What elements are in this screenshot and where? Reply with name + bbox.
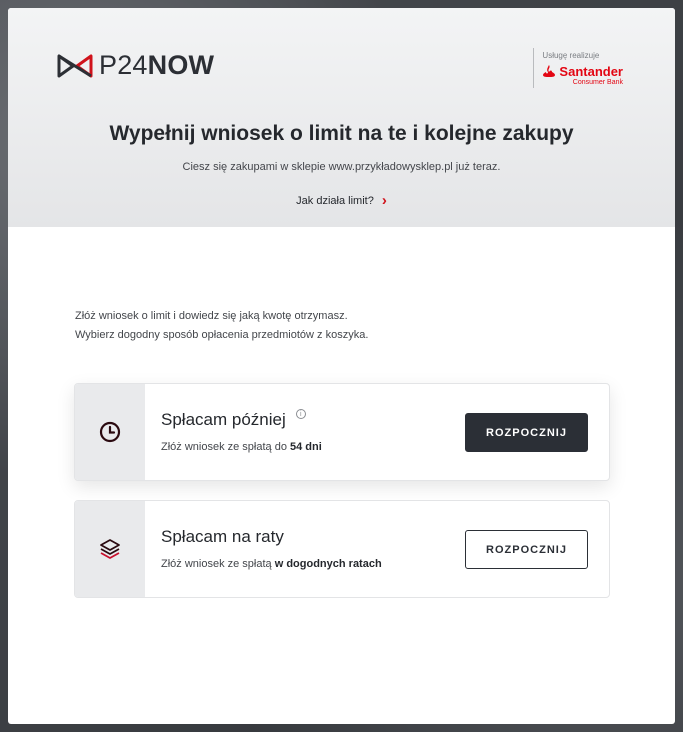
option-desc-bold: w dogodnych ratach (274, 558, 382, 570)
card-icon-area (75, 501, 145, 597)
card-title: Spłacam później i (161, 409, 306, 430)
logo-suffix: NOW (147, 50, 215, 80)
partner-sub: Consumer Bank (572, 79, 623, 86)
page-subtitle: Ciesz się zakupami w sklepie www.przykła… (182, 161, 501, 173)
santander-flame-icon (543, 65, 556, 77)
intro-text: Złóż wniosek o limit i dowiedz się jaką … (75, 307, 368, 345)
info-icon[interactable]: i (295, 409, 306, 419)
santander-logo: Santander (542, 64, 623, 78)
partner-badge: Usługę realizuje Santander Consumer Bank (533, 48, 623, 88)
modal-header: P24NOW Usługę realizuje Santander Consum… (8, 8, 675, 227)
card-icon-area (75, 384, 145, 480)
card-body: Spłacam na raty Złóż wniosek ze spłatą w… (145, 501, 609, 597)
option-desc-bold: 54 dni (290, 441, 322, 453)
intro-line-2: Wybierz dogodny sposób opłacenia przedmi… (75, 329, 369, 341)
logo-wordmark: P24NOW (99, 52, 214, 79)
option-desc-prefix: Złóż wniosek ze spłatą do (161, 441, 291, 453)
card-body: Spłacam później i Złóż wniosek ze spłatą… (145, 384, 609, 480)
intro-line-1: Złóż wniosek o limit i dowiedz się jaką … (75, 310, 348, 322)
option-card-pay-later[interactable]: Spłacam później i Złóż wniosek ze spłatą… (74, 383, 610, 481)
card-title: Spłacam na raty (161, 527, 284, 547)
layers-icon (100, 539, 120, 559)
option-desc-prefix: Złóż wniosek ze spłatą (161, 558, 275, 570)
option-description: Złóż wniosek ze spłatą w dogodnych ratac… (161, 558, 382, 570)
option-title: Spłacam na raty (161, 527, 284, 546)
start-installments-button[interactable]: ROZPOCZNIJ (465, 530, 588, 569)
p24now-logo: P24NOW (57, 52, 214, 79)
option-card-installments[interactable]: Spłacam na raty Złóż wniosek ze spłatą w… (74, 500, 610, 598)
page-title: Wypełnij wniosek o limit na te i kolejne… (109, 122, 574, 145)
limit-application-modal: P24NOW Usługę realizuje Santander Consum… (8, 8, 675, 724)
p24now-logo-icon (57, 54, 93, 77)
logo-prefix: P24 (99, 50, 148, 80)
start-pay-later-button[interactable]: ROZPOCZNIJ (465, 413, 588, 452)
how-limit-works-label: Jak działa limit? (296, 194, 374, 207)
chevron-right-icon: › (381, 192, 387, 209)
how-limit-works-link[interactable]: Jak działa limit? › (8, 193, 675, 208)
clock-icon (99, 421, 121, 443)
partner-caption: Usługę realizuje (542, 51, 600, 60)
partner-name: Santander (559, 63, 623, 79)
option-title: Spłacam później (161, 410, 286, 429)
option-description: Złóż wniosek ze spłatą do 54 dni (161, 441, 322, 453)
